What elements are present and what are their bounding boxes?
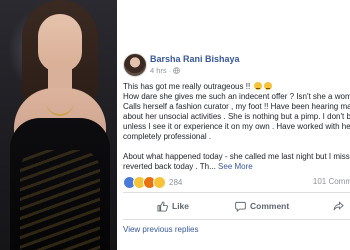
comment-label: Comment <box>250 201 290 211</box>
angry-emoji-icon <box>254 82 263 90</box>
view-previous-replies-link[interactable]: View previous replies <box>123 225 198 234</box>
share-icon <box>333 200 344 210</box>
post-body: This has got me really outrageous !! How… <box>123 82 350 172</box>
meta-separator: · <box>168 66 172 75</box>
photo-dress-pattern <box>20 150 100 250</box>
author-name[interactable]: Barsha Rani Bishaya <box>150 54 240 64</box>
author-avatar[interactable] <box>123 53 147 77</box>
comments-count[interactable]: 101 Comm <box>313 177 350 186</box>
like-button[interactable]: Like <box>157 196 189 216</box>
share-button[interactable] <box>333 196 344 216</box>
post-line: Calls herself a fashion curator , my foo… <box>123 102 350 111</box>
comment-button[interactable]: Comment <box>235 196 289 216</box>
thumbs-up-icon <box>157 200 168 212</box>
facebook-post: Barsha Rani Bishaya 4 hrs · This has got… <box>117 0 350 250</box>
post-line: How dare she gives me such an indecent o… <box>123 92 350 101</box>
post-line: unless I see it or experience it on my o… <box>123 122 350 131</box>
sad-reaction-icon <box>153 175 166 189</box>
divider <box>123 219 350 220</box>
see-more-link[interactable]: See More <box>218 162 253 171</box>
reactions-summary[interactable]: 284 <box>123 175 183 189</box>
post-actions: Like Comment <box>117 196 350 216</box>
comment-icon <box>235 201 246 212</box>
angry-emoji-icon <box>264 82 273 90</box>
post-meta: 4 hrs · <box>150 66 180 75</box>
post-line: about her unsocial activities . She is n… <box>123 112 350 121</box>
post-line: About what happened today - she called m… <box>123 152 350 161</box>
post-line: This has got me really outrageous !! <box>123 82 350 92</box>
globe-icon <box>173 67 180 74</box>
post-line: completely professional . <box>123 132 212 141</box>
divider <box>123 192 350 193</box>
profile-photo <box>0 0 117 250</box>
post-line: reverted back today . Th... See More <box>123 162 253 171</box>
like-label: Like <box>172 201 190 211</box>
post-timestamp[interactable]: 4 hrs <box>150 66 167 75</box>
photo-face <box>38 14 82 72</box>
reactions-count: 284 <box>169 177 183 187</box>
